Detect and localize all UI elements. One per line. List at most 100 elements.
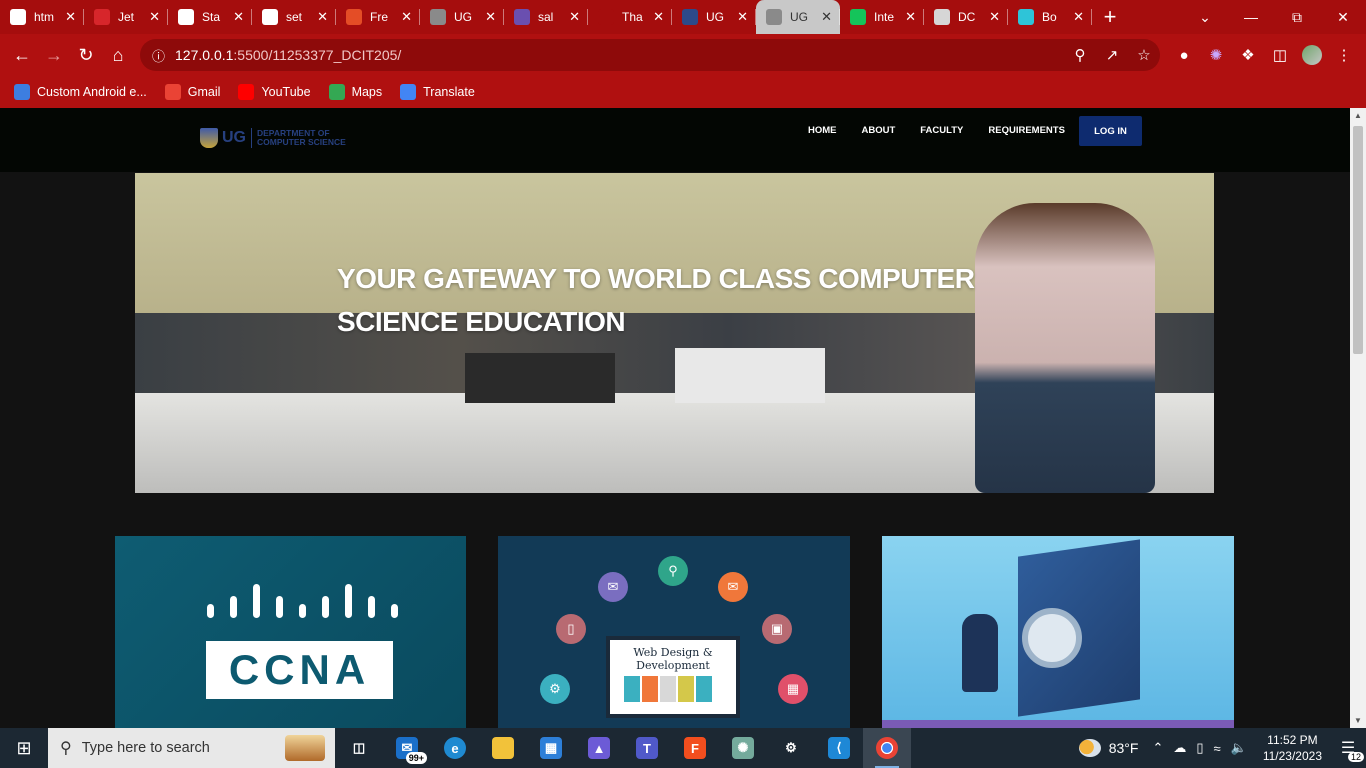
taskbar-explorer[interactable] (479, 728, 527, 768)
browser-tab[interactable]: Jet ✕ (84, 0, 168, 34)
browser-tab[interactable]: Bo ✕ (1008, 0, 1092, 34)
volume-icon[interactable]: 🔈 (1231, 740, 1247, 756)
crest-icon (514, 9, 530, 25)
zoom-icon[interactable]: ⚲ (1068, 43, 1092, 67)
nav-faculty[interactable]: FACULTY (920, 125, 963, 137)
address-bar[interactable]: ⓘ 127.0.0.1 :5500/11253377_DCIT205/ (140, 39, 1160, 71)
taskbar-settings[interactable]: ⚙ (767, 728, 815, 768)
hidden-icons-chevron-icon[interactable]: ⌃ (1152, 740, 1163, 756)
browser-tab[interactable]: Sta ✕ (168, 0, 252, 34)
extension-purple-icon[interactable]: ✺ (1204, 43, 1228, 67)
minimize-button[interactable]: — (1228, 0, 1274, 34)
scroll-down-arrow-icon[interactable]: ▼ (1354, 716, 1362, 725)
bookmark-item[interactable]: YouTube (238, 84, 311, 100)
bookmark-item[interactable]: Custom Android e... (14, 84, 147, 100)
page-scrollbar[interactable]: ▲ ▼ (1350, 108, 1366, 728)
globe-icon (430, 9, 446, 25)
tab-title: UG (454, 10, 472, 24)
nav-requirements[interactable]: REQUIREMENTS (988, 125, 1065, 137)
taskbar-chatgpt[interactable]: ✺ (719, 728, 767, 768)
extension-red-icon[interactable]: ● (1172, 43, 1196, 67)
weather-widget[interactable]: 83°F (1078, 739, 1138, 757)
bookmark-star-icon[interactable]: ☆ (1132, 43, 1156, 67)
bookmark-item[interactable]: Maps (328, 84, 382, 100)
share-icon[interactable]: ↗ (1100, 43, 1124, 67)
tab-title: UG (790, 10, 808, 24)
taskbar-store[interactable]: ▦ (527, 728, 575, 768)
home-button[interactable]: ⌂ (102, 39, 134, 71)
site-info-icon[interactable]: ⓘ (152, 46, 165, 65)
new-tab-button[interactable]: + (1092, 0, 1128, 34)
browser-tab[interactable]: Tha ✕ (588, 0, 672, 34)
login-button[interactable]: LOG IN (1079, 116, 1142, 146)
extensions-puzzle-icon[interactable]: ❖ (1236, 43, 1260, 67)
bookmark-item[interactable]: Gmail (164, 84, 220, 100)
task-view-button[interactable]: ◫ (335, 728, 383, 768)
tab-close-icon[interactable]: ✕ (317, 9, 328, 25)
nav-about[interactable]: ABOUT (862, 125, 896, 137)
taskbar-chrome[interactable] (863, 728, 911, 768)
browser-tab[interactable]: Inte ✕ (840, 0, 924, 34)
browser-tab[interactable]: DC ✕ (924, 0, 1008, 34)
globe-icon (766, 9, 782, 25)
browser-tab[interactable]: UG ✕ (420, 0, 504, 34)
browser-tab[interactable]: UG ✕ (756, 0, 840, 34)
tab-title: Fre (370, 10, 388, 24)
side-panel-icon[interactable]: ◫ (1268, 43, 1292, 67)
tab-close-icon[interactable]: ✕ (905, 9, 916, 25)
taskbar-figma[interactable]: F (671, 728, 719, 768)
taskbar-mail[interactable]: ✉ 99+ (383, 728, 431, 768)
taskbar-copilot[interactable]: ▲ (575, 728, 623, 768)
browser-tab[interactable]: Fre ✕ (336, 0, 420, 34)
browser-tab[interactable]: set ✕ (252, 0, 336, 34)
tab-close-icon[interactable]: ✕ (989, 9, 1000, 25)
clock-time: 11:52 PM (1267, 733, 1318, 747)
course-card-ccna[interactable]: CCNA (115, 536, 466, 728)
notification-center-icon[interactable]: ☰ 12 (1334, 734, 1364, 762)
taskbar-vscode[interactable]: ⟨ (815, 728, 863, 768)
tab-close-icon[interactable]: ✕ (737, 9, 748, 25)
mail-bubble-icon: ✉ (598, 572, 628, 602)
bookmark-label: Translate (423, 85, 475, 99)
clock[interactable]: 11:52 PM 11/23/2023 (1263, 732, 1322, 764)
tab-close-icon[interactable]: ✕ (485, 9, 496, 25)
forward-button[interactable]: → (38, 39, 70, 71)
tab-close-icon[interactable]: ✕ (569, 9, 580, 25)
reload-button[interactable]: ↻ (70, 39, 102, 71)
course-card-web-design[interactable]: ✉ ⚲ ✉ ▯ ▣ ⚙ ▦ Web Design & Development (498, 536, 850, 728)
search-icon: ⚲ (60, 740, 72, 757)
ug-logo[interactable]: UG DEPARTMENT OF COMPUTER SCIENCE (200, 128, 357, 148)
tab-close-icon[interactable]: ✕ (653, 9, 664, 25)
tab-close-icon[interactable]: ✕ (233, 9, 244, 25)
close-window-button[interactable]: ✕ (1320, 0, 1366, 34)
back-button[interactable]: ← (6, 39, 38, 71)
chrome-icon (876, 737, 898, 759)
restore-button[interactable]: ⧉ (1274, 0, 1320, 34)
tab-close-icon[interactable]: ✕ (149, 9, 160, 25)
settings-bubble-icon: ⚙ (540, 674, 570, 704)
battery-icon[interactable]: ▯ (1196, 740, 1203, 756)
wifi-icon[interactable]: ≈ (1214, 741, 1221, 756)
nav-home[interactable]: HOME (808, 125, 837, 137)
taskbar-search[interactable]: ⚲ Type here to search (48, 728, 335, 768)
onedrive-icon[interactable]: ☁ (1173, 740, 1186, 756)
tab-close-icon[interactable]: ✕ (1073, 9, 1084, 25)
browser-tab[interactable]: htm ✕ (0, 0, 84, 34)
scroll-up-arrow-icon[interactable]: ▲ (1354, 111, 1362, 120)
menu-kebab-icon[interactable]: ⋮ (1332, 43, 1356, 67)
tab-title: Bo (1042, 10, 1057, 24)
browser-tab[interactable]: sal ✕ (504, 0, 588, 34)
start-button[interactable]: ⊞ (0, 728, 48, 768)
bookmark-item[interactable]: Translate (400, 84, 475, 100)
course-card-security[interactable] (882, 536, 1234, 728)
taskbar-teams[interactable]: T (623, 728, 671, 768)
tab-close-icon[interactable]: ✕ (65, 9, 76, 25)
tab-close-icon[interactable]: ✕ (401, 9, 412, 25)
tab-search-icon[interactable]: ⌄ (1182, 0, 1228, 34)
profile-avatar[interactable] (1300, 43, 1324, 67)
bookmark-label: Custom Android e... (37, 85, 147, 99)
scrollbar-thumb[interactable] (1353, 126, 1363, 354)
taskbar-edge[interactable]: e (431, 728, 479, 768)
tab-close-icon[interactable]: ✕ (821, 9, 832, 25)
browser-tab[interactable]: UG ✕ (672, 0, 756, 34)
